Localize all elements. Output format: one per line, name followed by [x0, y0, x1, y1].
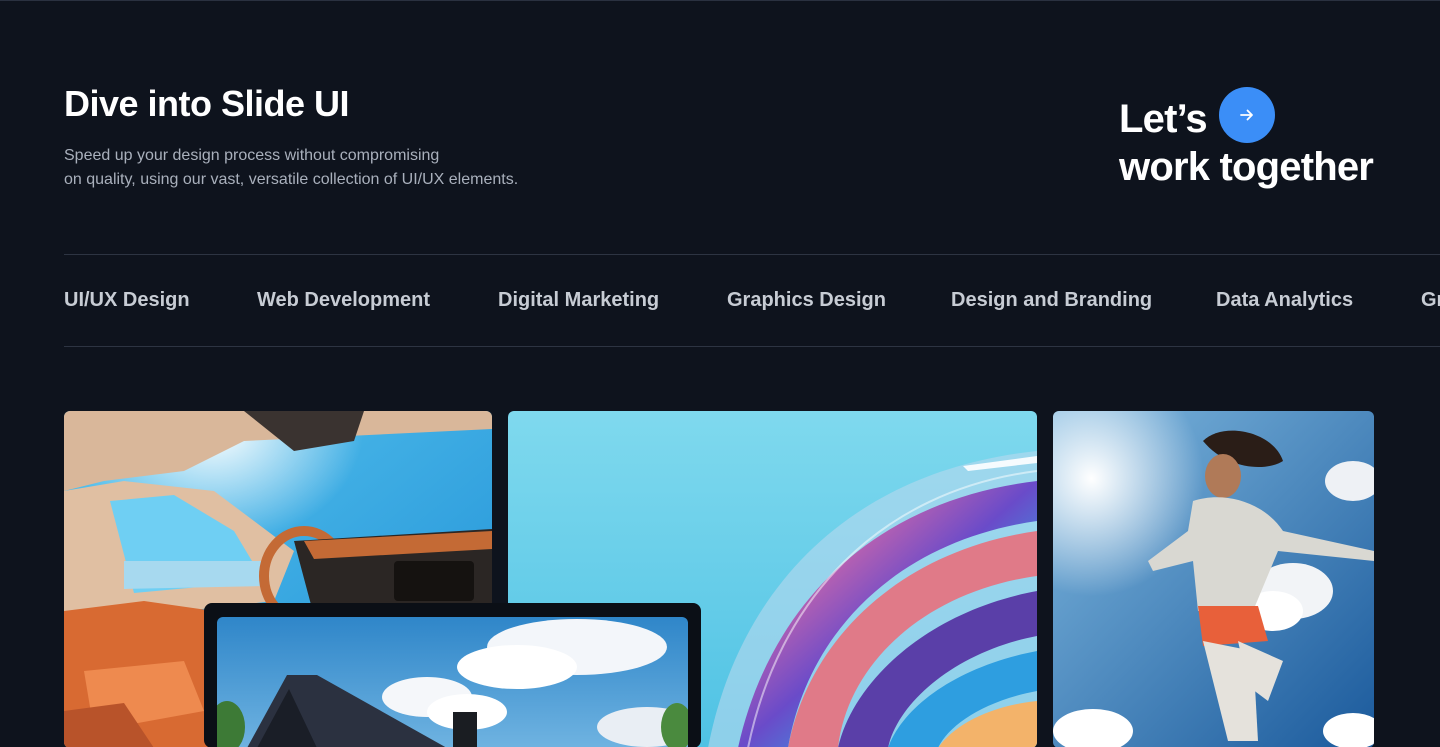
- tab-data-analytics[interactable]: Data Analytics: [1216, 289, 1353, 312]
- description-line-1: Speed up your design process without com…: [64, 147, 440, 164]
- cta-line-2: work together: [1119, 145, 1374, 189]
- tab-partial[interactable]: Gr: [1421, 289, 1440, 312]
- work-together-cta[interactable]: Let’s work together: [1119, 85, 1409, 195]
- runner-card[interactable]: [1053, 411, 1374, 747]
- cta-line-1: Let’s: [1119, 97, 1208, 141]
- cta-arrow-button[interactable]: [1219, 87, 1275, 143]
- tabs-bottom-divider: [64, 346, 1440, 347]
- arrow-right-icon: [1240, 109, 1253, 121]
- tab-digital-marketing[interactable]: Digital Marketing: [498, 289, 659, 312]
- description-line-2: on quality, using our vast, versatile co…: [64, 171, 519, 188]
- page-description: Speed up your design process without com…: [64, 144, 518, 192]
- house-image: [217, 617, 688, 747]
- house-card[interactable]: [204, 603, 701, 747]
- tab-ui-ux-design[interactable]: UI/UX Design: [64, 289, 190, 312]
- tab-graphics-design[interactable]: Graphics Design: [727, 289, 886, 312]
- tab-design-and-branding[interactable]: Design and Branding: [951, 289, 1152, 312]
- page-title: Dive into Slide UI: [64, 83, 350, 124]
- house-image-frame: [217, 617, 688, 747]
- tab-web-development[interactable]: Web Development: [257, 289, 430, 312]
- runner-image: [1053, 411, 1374, 747]
- category-tabs: UI/UX Design Web Development Digital Mar…: [64, 255, 1440, 346]
- page: Dive into Slide UI Speed up your design …: [0, 0, 1440, 747]
